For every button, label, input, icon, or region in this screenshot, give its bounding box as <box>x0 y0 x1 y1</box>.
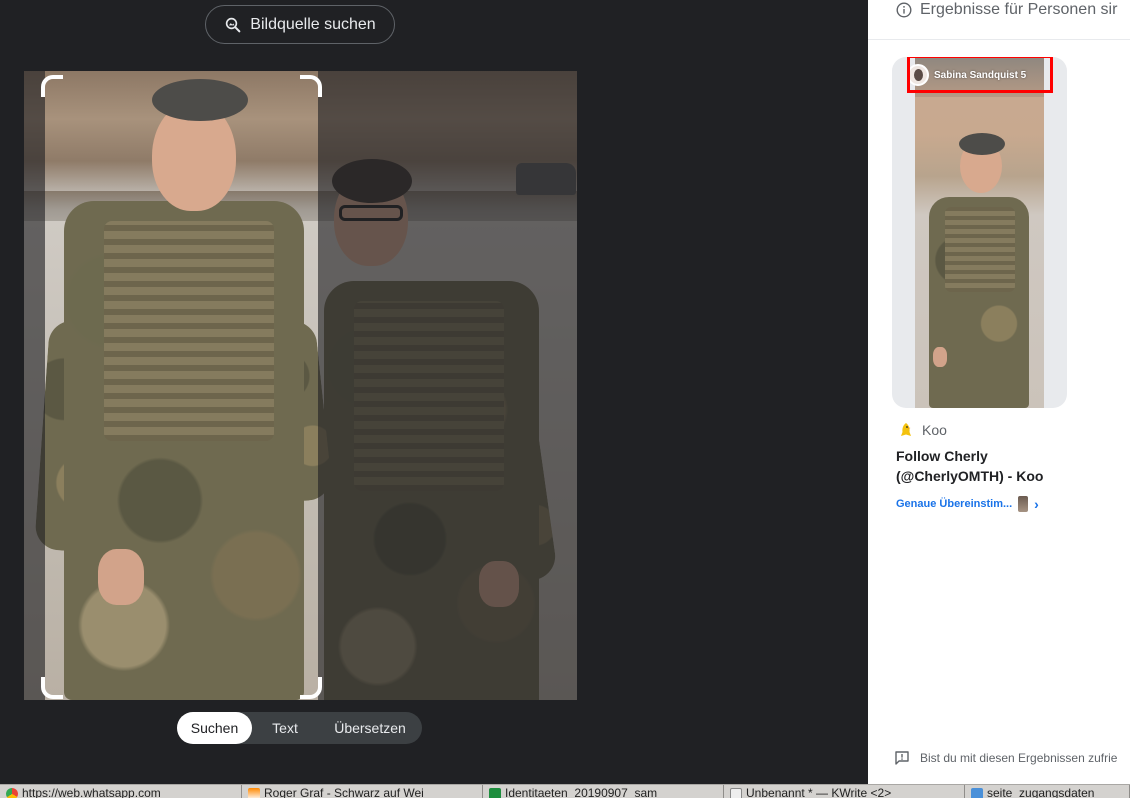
feedback-prompt[interactable]: Bist du mit diesen Ergebnissen zufrie <box>894 750 1117 766</box>
crop-dim-right <box>318 71 577 700</box>
exact-match-link[interactable]: Genaue Übereinstim... › <box>896 496 1039 512</box>
match-thumbnail <box>1018 496 1029 512</box>
lens-mode-tabs: Suchen Text Übersetzen <box>177 712 422 744</box>
os-taskbar: https://web.whatsapp.com Roger Graf - Sc… <box>0 784 1130 798</box>
info-icon[interactable] <box>896 2 912 18</box>
image-search-icon <box>226 17 241 32</box>
uploaded-photo[interactable] <box>24 71 577 700</box>
result-image-card[interactable]: Sabina Sandquist 5 <box>892 57 1067 408</box>
chrome-icon <box>6 788 18 798</box>
kwrite-icon <box>730 788 742 798</box>
results-pane: Ergebnisse für Personen sir Sabina Sandq… <box>868 0 1130 784</box>
koo-bird-icon <box>901 423 911 436</box>
crop-handle-bottom-left[interactable] <box>41 677 63 699</box>
find-image-source-label: Bildquelle suchen <box>250 15 376 33</box>
results-header-text: Ergebnisse für Personen sir <box>920 1 1118 18</box>
tab-search[interactable]: Suchen <box>177 712 252 744</box>
taskbar-item-media-player[interactable]: Roger Graf - Schwarz auf Wei <box>242 785 483 798</box>
taskbar-item-whatsapp[interactable]: https://web.whatsapp.com <box>0 785 242 798</box>
result-source[interactable]: Koo <box>898 422 947 438</box>
vlc-icon <box>248 788 260 798</box>
taskbar-item-spreadsheet[interactable]: Identitaeten_20190907_sam <box>483 785 724 798</box>
taskbar-item-file-manager[interactable]: seite_zugangsdaten <box>965 785 1130 798</box>
lens-image-pane: Bildquelle suchen Suchen Text Übersetzen <box>0 0 868 784</box>
tab-translate[interactable]: Übersetzen <box>318 712 422 744</box>
taskbar-item-kwrite[interactable]: Unbenannt * — KWrite <2> <box>724 785 965 798</box>
chevron-right-icon: › <box>1034 496 1039 512</box>
result-title-link[interactable]: Follow Cherly (@CherlyOMTH) - Koo <box>896 446 1086 486</box>
crop-handle-top-left[interactable] <box>41 75 63 97</box>
feedback-text: Bist du mit diesen Ergebnissen zufrie <box>920 751 1118 765</box>
result-source-name: Koo <box>922 422 947 438</box>
file-manager-icon <box>971 788 983 798</box>
results-header: Ergebnisse für Personen sir <box>896 0 1117 20</box>
feedback-icon <box>895 751 909 765</box>
red-highlight-box <box>907 57 1053 93</box>
divider <box>868 39 1130 40</box>
crop-dim-left <box>24 71 45 700</box>
tab-text[interactable]: Text <box>252 712 318 744</box>
crop-handle-top-right[interactable] <box>300 75 322 97</box>
find-image-source-button[interactable]: Bildquelle suchen <box>205 5 395 44</box>
exact-match-label: Genaue Übereinstim... <box>896 498 1013 510</box>
result-thumbnail <box>915 57 1044 408</box>
spreadsheet-icon <box>489 788 501 798</box>
